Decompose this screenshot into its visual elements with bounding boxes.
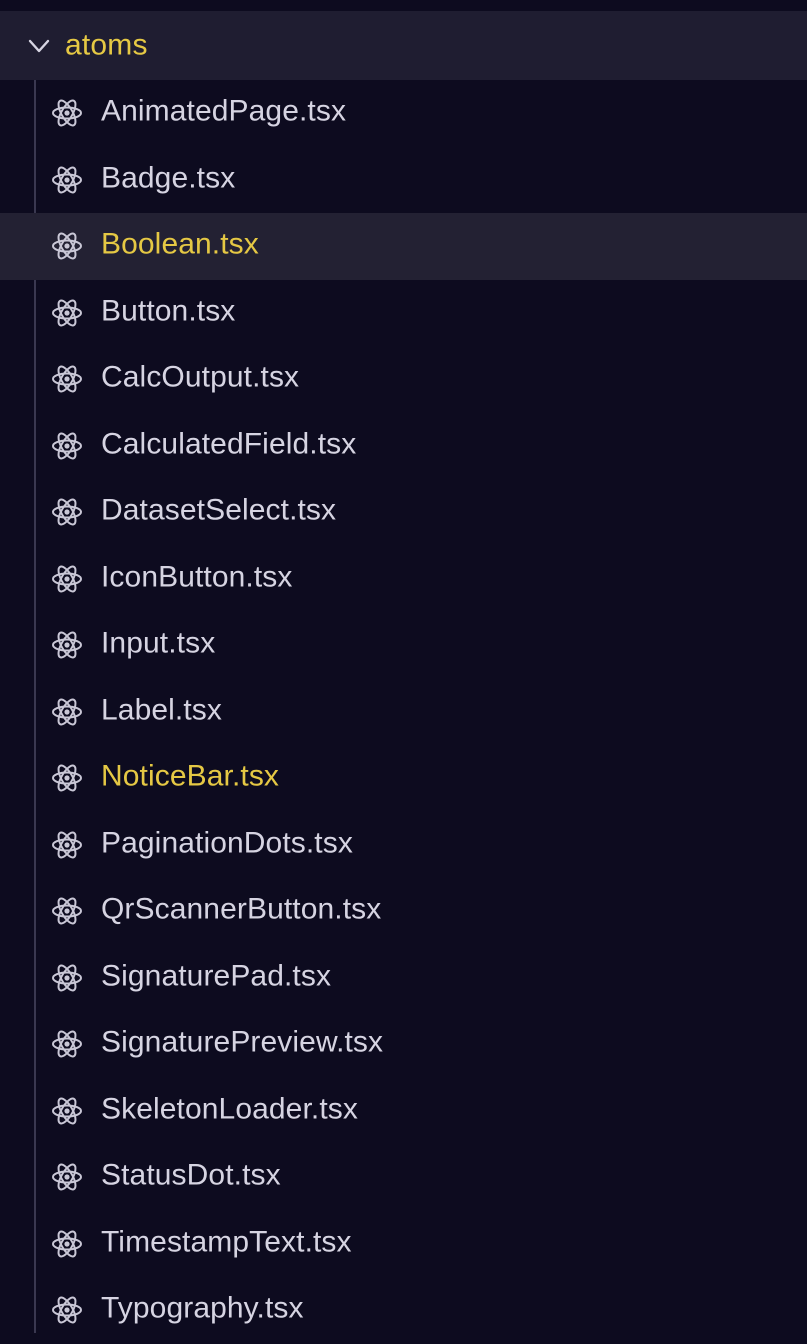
react-icon [52,365,82,393]
react-icon [52,299,82,327]
file-item[interactable]: CalcOutput.tsx [0,346,807,413]
file-name: CalcOutput.tsx [101,360,300,394]
file-item[interactable]: QrScannerButton.tsx [0,878,807,945]
file-list: AnimatedPage.tsx Badge.tsx Boolean.tsx Butt… [0,80,807,1344]
file-item[interactable]: NoticeBar.tsx [0,745,807,812]
chevron-down-icon[interactable] [26,33,52,59]
folder-name: atoms [65,27,148,61]
react-icon [52,232,82,260]
file-item[interactable]: Typography.tsx [0,1277,807,1344]
file-item[interactable]: Boolean.tsx [0,213,807,280]
file-name: QrScannerButton.tsx [101,892,382,926]
file-name: Badge.tsx [101,161,236,195]
react-icon [52,565,82,593]
file-name: TimestampText.tsx [101,1225,352,1259]
file-item[interactable]: Label.tsx [0,679,807,746]
file-item[interactable]: SignaturePad.tsx [0,945,807,1012]
react-icon [52,1296,82,1324]
file-item[interactable]: AnimatedPage.tsx [0,80,807,147]
file-name: SkeletonLoader.tsx [101,1092,358,1126]
react-icon [52,1030,82,1058]
file-item[interactable]: SignaturePreview.tsx [0,1011,807,1078]
file-name: Typography.tsx [101,1291,304,1325]
file-name: CalculatedField.tsx [101,427,357,461]
file-item[interactable]: Badge.tsx [0,147,807,214]
react-icon [52,1163,82,1191]
file-name: SignaturePreview.tsx [101,1025,384,1059]
react-icon [52,897,82,925]
react-icon [52,631,82,659]
file-name: SignaturePad.tsx [101,959,332,993]
file-item[interactable]: TimestampText.tsx [0,1211,807,1278]
file-item[interactable]: DatasetSelect.tsx [0,479,807,546]
react-icon [52,1097,82,1125]
file-explorer: atoms AnimatedPage.tsx Badge.tsx Boolean.t… [0,0,807,1333]
react-icon [52,99,82,127]
file-name: Label.tsx [101,693,222,727]
file-name: Button.tsx [101,294,236,328]
file-item[interactable]: StatusDot.tsx [0,1144,807,1211]
file-item[interactable]: Button.tsx [0,280,807,347]
file-name: NoticeBar.tsx [101,759,280,793]
file-name: StatusDot.tsx [101,1158,281,1192]
react-icon [52,764,82,792]
react-icon [52,1230,82,1258]
file-item[interactable]: Input.tsx [0,612,807,679]
file-item[interactable]: PaginationDots.tsx [0,812,807,879]
react-icon [52,964,82,992]
file-item[interactable]: SkeletonLoader.tsx [0,1078,807,1145]
folder-row-atoms[interactable]: atoms [0,11,807,80]
file-name: AnimatedPage.tsx [101,94,347,128]
react-icon [52,166,82,194]
react-icon [52,831,82,859]
react-icon [52,498,82,526]
file-name: Boolean.tsx [101,227,259,261]
file-item[interactable]: CalculatedField.tsx [0,413,807,480]
file-name: DatasetSelect.tsx [101,493,337,527]
file-name: IconButton.tsx [101,560,293,594]
file-name: Input.tsx [101,626,216,660]
react-icon [52,698,82,726]
file-name: PaginationDots.tsx [101,826,353,860]
file-item[interactable]: IconButton.tsx [0,546,807,613]
react-icon [52,432,82,460]
